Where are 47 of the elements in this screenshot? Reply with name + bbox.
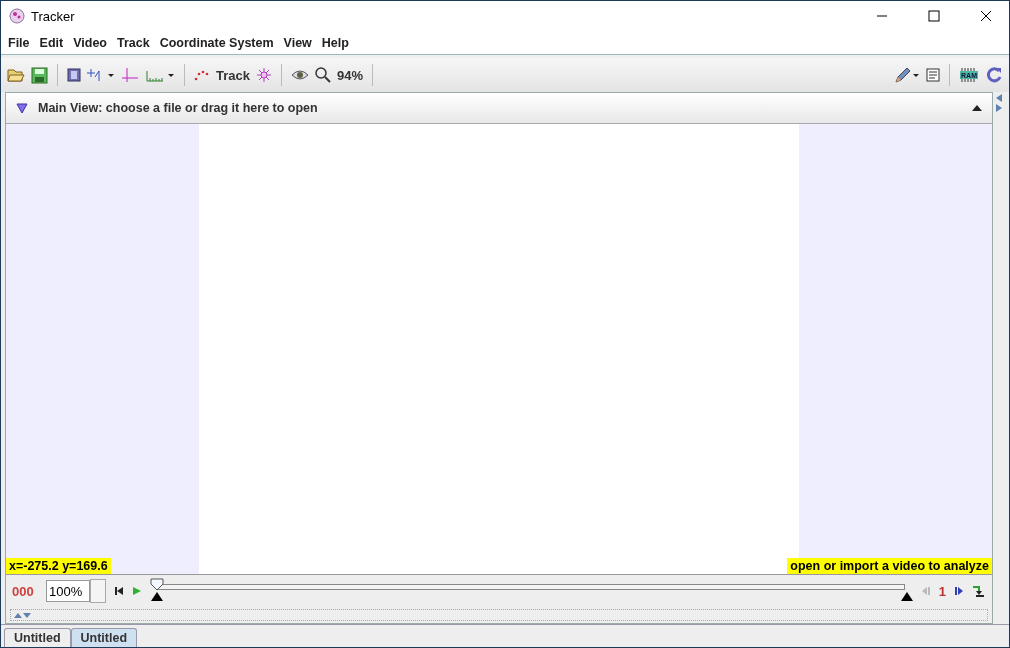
right-arrow-icon[interactable] [996, 104, 1002, 112]
notes-icon[interactable] [926, 68, 940, 82]
rate-field[interactable]: 100% [46, 580, 90, 602]
app-logo-icon [9, 8, 25, 24]
maximize-arrow-icon[interactable] [972, 105, 982, 111]
point-track-icon[interactable] [194, 69, 210, 81]
zoom-icon[interactable] [315, 67, 331, 83]
calibration-tool-icon[interactable] [87, 67, 115, 83]
menu-item[interactable]: View [278, 35, 317, 50]
menu-item[interactable]: Track [111, 35, 155, 50]
menu-item[interactable]: File [3, 35, 35, 50]
step-forward-icon[interactable] [954, 586, 964, 596]
play-icon[interactable] [132, 586, 142, 596]
pencil-icon[interactable] [894, 67, 920, 83]
axes-icon[interactable] [121, 67, 139, 83]
loop-icon[interactable] [972, 585, 986, 597]
frame-number: 000 [12, 583, 35, 599]
left-arrow-icon[interactable] [996, 94, 1002, 102]
expand-down-icon[interactable] [23, 612, 31, 618]
expand-up-icon[interactable] [14, 612, 22, 618]
frame-slider[interactable] [150, 578, 913, 604]
menu-item[interactable]: Video [68, 35, 112, 50]
video-hint: open or import a video to analyze [787, 558, 992, 574]
maximize-icon[interactable] [928, 10, 940, 22]
menu-item[interactable]: Edit [34, 35, 69, 50]
collapse-triangle-icon[interactable] [16, 102, 28, 114]
zoom-level[interactable]: 94% [337, 67, 363, 83]
menu-item[interactable]: Coordinate System [154, 35, 279, 50]
menu-item[interactable]: Help [316, 35, 354, 50]
skip-back-icon[interactable] [114, 586, 124, 596]
film-icon[interactable] [67, 68, 81, 82]
step-size[interactable]: 1 [938, 583, 946, 599]
end-marker-icon[interactable] [900, 592, 913, 601]
file-tab[interactable]: Untitled [4, 628, 71, 647]
main-view-title: Main View: choose a file or drag it here to open [38, 101, 319, 115]
window-title: Tracker [31, 8, 76, 24]
refresh-icon[interactable] [985, 66, 1003, 84]
track-menu-label[interactable]: Track [216, 67, 250, 83]
video-canvas[interactable]: x=-275.2 y=169.6 open or import a video to analyze [6, 124, 992, 574]
eye-icon[interactable] [291, 69, 309, 81]
file-tab[interactable]: Untitled [70, 628, 138, 647]
folder-icon[interactable] [7, 67, 25, 83]
coordinates-readout: x=-275.2 y=169.6 [6, 558, 111, 574]
slider-thumb[interactable] [150, 578, 164, 602]
save-icon[interactable] [31, 66, 48, 84]
sparkle-icon[interactable] [256, 67, 272, 83]
close-icon[interactable] [980, 10, 992, 22]
